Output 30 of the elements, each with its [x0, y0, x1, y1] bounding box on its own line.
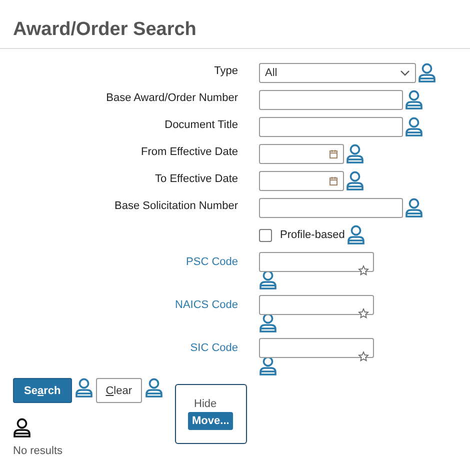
field-label: NAICS Code [175, 298, 238, 312]
star-icon[interactable] [358, 265, 369, 276]
search-button[interactable]: Search [13, 378, 72, 403]
calendar-icon[interactable] [329, 149, 338, 159]
move-button[interactable]: Move... [188, 412, 234, 430]
chevron-icon [400, 70, 410, 76]
hide-label[interactable]: Hide [188, 398, 217, 410]
field-label: SIC Code [190, 341, 238, 355]
input-field[interactable] [259, 90, 403, 110]
checkbox-label: Profile-based [280, 228, 345, 242]
input-field[interactable] [259, 117, 403, 137]
checkbox[interactable] [259, 229, 272, 242]
date-field[interactable] [259, 171, 344, 191]
field-label: Base Solicitation Number [114, 199, 238, 213]
input-field[interactable] [259, 198, 403, 218]
page-title: Award/Order Search [13, 18, 198, 42]
clear-button[interactable]: Clear [96, 378, 142, 403]
calendar-icon[interactable] [329, 176, 338, 186]
type-dropdown[interactable]: All [259, 63, 416, 83]
field-label: PSC Code [186, 255, 238, 269]
person-icon[interactable] [13, 418, 31, 438]
field-label: Type [214, 64, 238, 78]
status-text: No results [13, 445, 64, 457]
star-icon[interactable] [358, 308, 369, 319]
field-label: Document Title [164, 118, 238, 132]
date-field[interactable] [259, 144, 344, 164]
field-label: To Effective Date [155, 172, 238, 186]
field-label: From Effective Date [141, 145, 238, 159]
star-icon[interactable] [358, 351, 369, 362]
field-label: Base Award/Order Number [106, 91, 238, 105]
